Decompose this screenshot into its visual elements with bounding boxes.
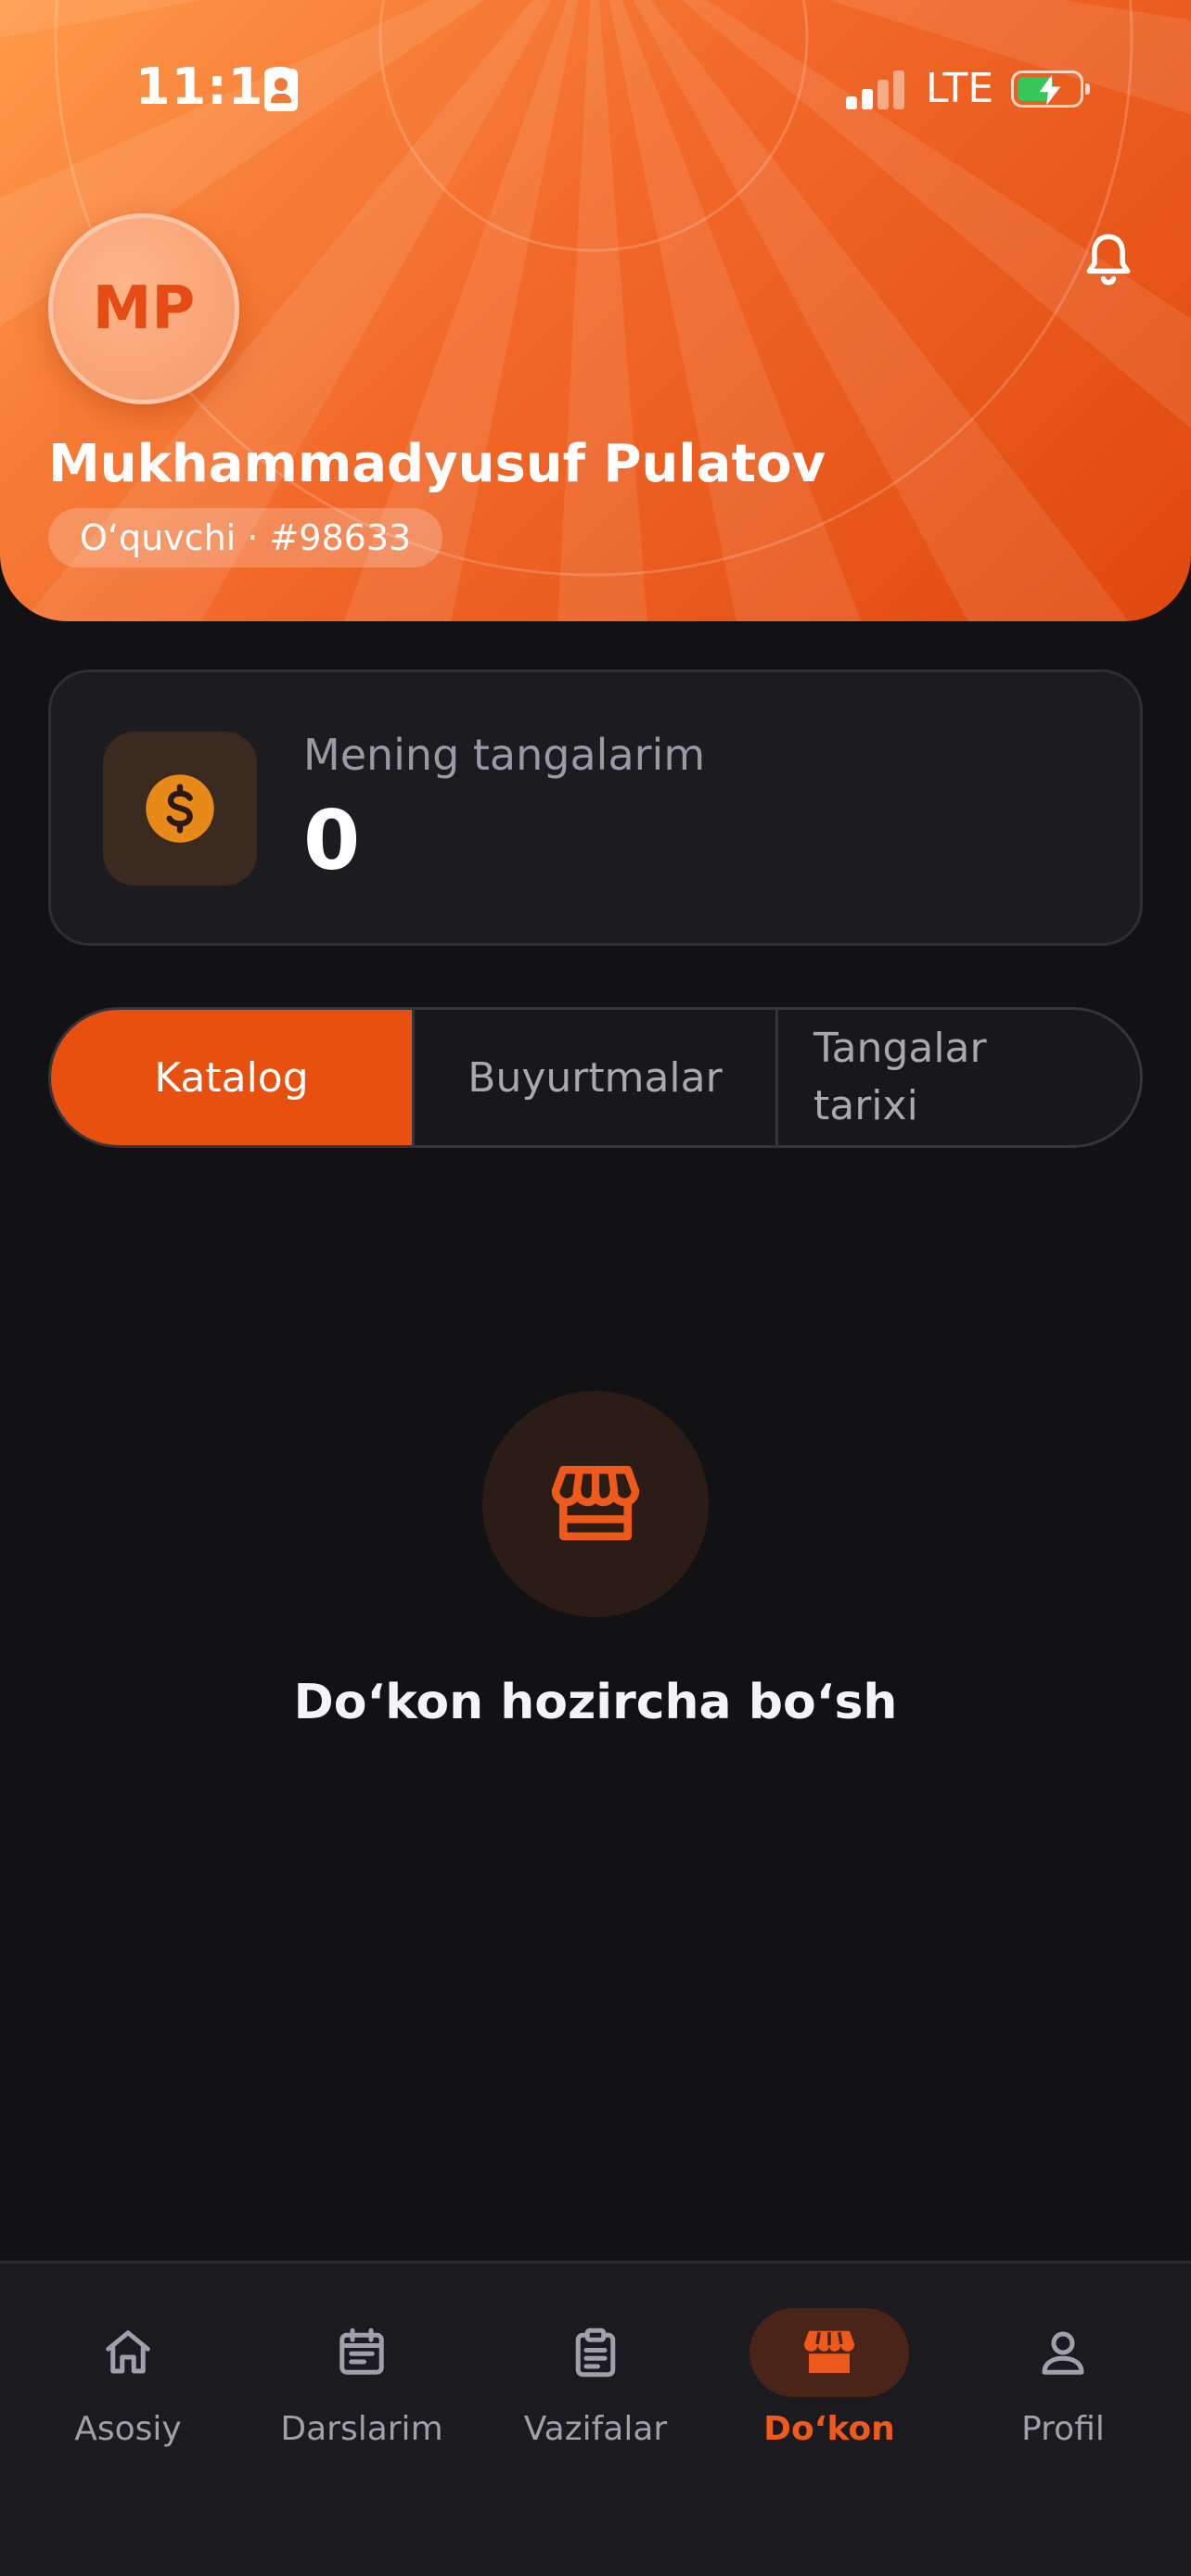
nav-label: Vazifalar	[523, 2410, 668, 2448]
battery-charging-icon	[1011, 70, 1090, 108]
network-type: LTE	[926, 65, 994, 112]
tab-tangalar-tarixi[interactable]: Tangalar tarixi	[775, 1010, 1140, 1145]
nav-asosiy[interactable]: Asosiy	[11, 2264, 245, 2449]
store-icon	[551, 1465, 640, 1541]
coins-balance: 0	[303, 793, 361, 888]
clipboard-icon	[575, 2327, 616, 2378]
profile-header: 11:13 LTE MP Mukhammadyusuf Pulatov O‘qu…	[0, 0, 1191, 621]
nav-label: Asosiy	[74, 2410, 182, 2448]
nav-label: Profil	[1021, 2410, 1105, 2448]
calendar-list-icon	[339, 2327, 384, 2375]
nav-label: Darslarim	[280, 2410, 443, 2448]
tab-buyurtmalar[interactable]: Buyurtmalar	[412, 1010, 775, 1145]
user-icon	[1042, 2331, 1084, 2375]
cellular-signal-icon	[846, 67, 905, 109]
role-badge: O‘quvchi · #98633	[48, 508, 443, 567]
empty-state-badge	[482, 1391, 709, 1617]
coins-label: Mening tangalarim	[303, 730, 706, 780]
home-icon	[106, 2330, 150, 2374]
tab-katalog[interactable]: Katalog	[51, 1010, 412, 1145]
avatar[interactable]: MP	[48, 213, 239, 404]
nav-vazifalar[interactable]: Vazifalar	[479, 2264, 712, 2449]
empty-state-message: Do‘kon hozircha bo‘sh	[293, 1675, 898, 1730]
contact-card-icon	[264, 69, 298, 111]
nav-label: Do‘kon	[763, 2410, 895, 2448]
nav-dokon[interactable]: Do‘kon	[712, 2264, 946, 2449]
coins-card: Mening tangalarim 0	[48, 670, 1143, 946]
user-name: Mukhammadyusuf Pulatov	[48, 434, 826, 494]
bell-icon[interactable]	[1078, 227, 1139, 296]
store-icon	[803, 2330, 855, 2373]
dollar-coin-icon	[146, 774, 214, 843]
nav-profil[interactable]: Profil	[946, 2264, 1180, 2449]
bottom-navigation: Asosiy Darslarim Vazifalar Do‘kon Profil	[0, 2261, 1191, 2576]
shop-tabs: Katalog Buyurtmalar Tangalar tarixi	[48, 1007, 1143, 1148]
nav-darslarim[interactable]: Darslarim	[245, 2264, 479, 2449]
coin-badge	[103, 732, 257, 886]
